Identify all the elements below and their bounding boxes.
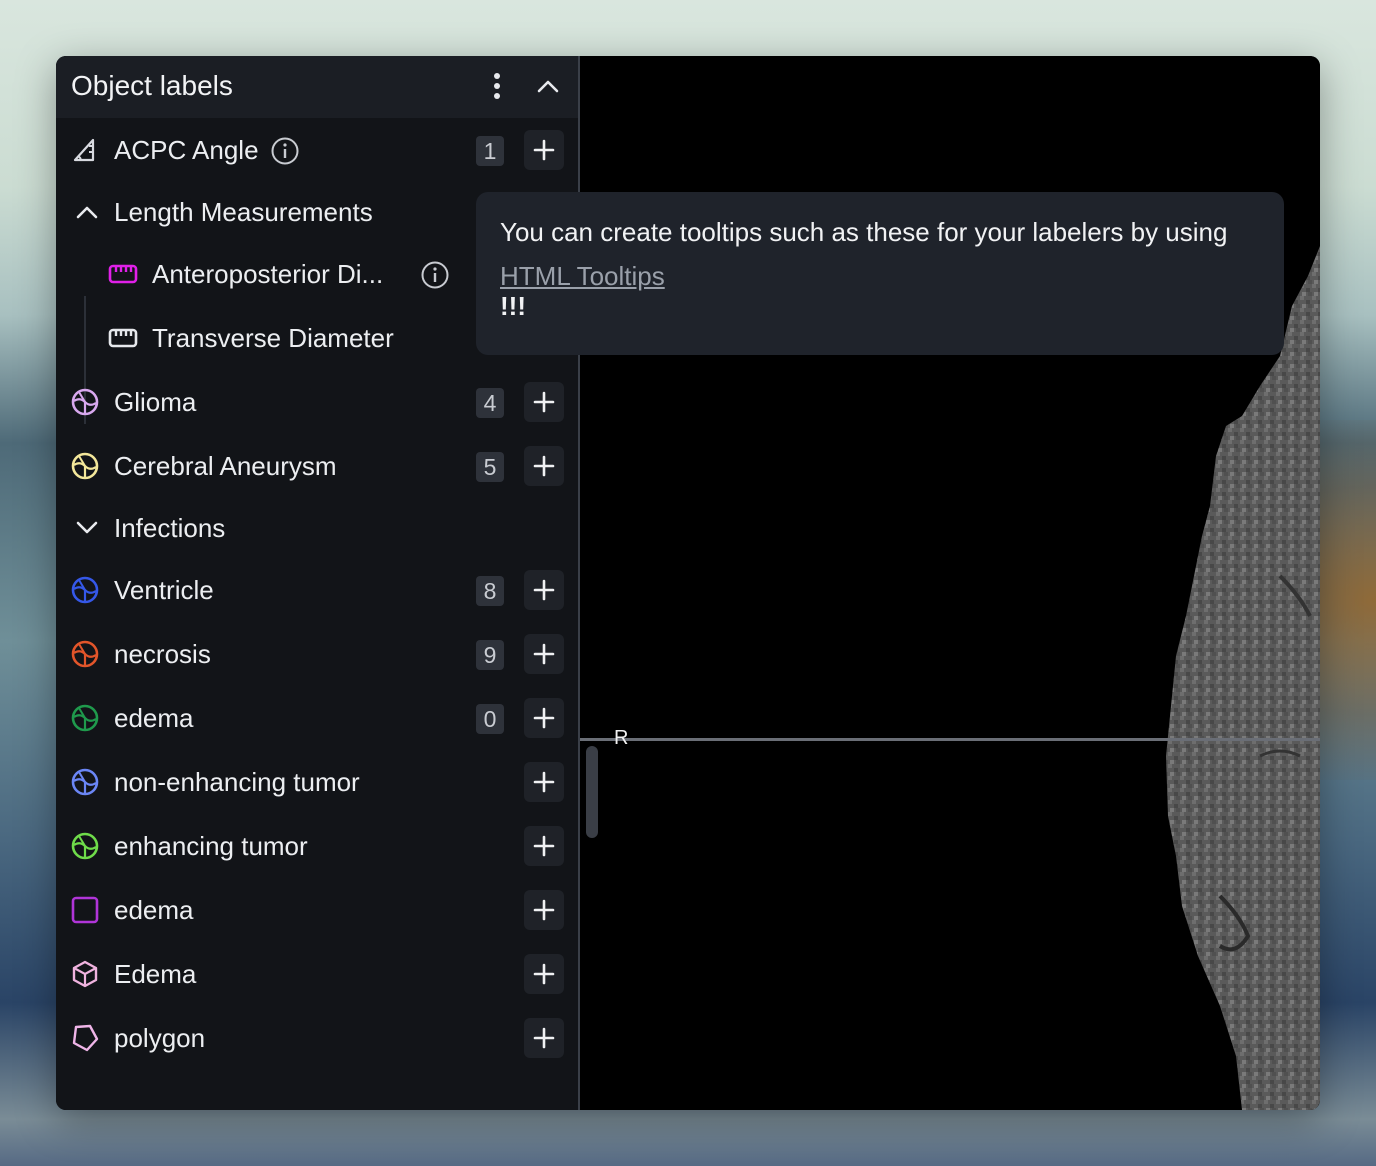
label-row-edema-cuboid[interactable]: Edema — [56, 946, 578, 1002]
label-text: Edema — [114, 959, 197, 989]
add-object-button[interactable] — [524, 570, 564, 610]
label-row-enhancing-tumor[interactable]: enhancing tumor — [56, 818, 578, 874]
label-text: Anteroposterior Di... — [152, 259, 384, 289]
chevron-up-icon — [537, 80, 559, 93]
label-row-polygon[interactable]: polygon — [56, 1010, 578, 1066]
label-row-edema-bbox[interactable]: edema — [56, 882, 578, 938]
chevron-down-icon — [72, 513, 102, 543]
chevron-up-icon — [72, 197, 102, 227]
object-count-badge: 4 — [476, 388, 504, 418]
label-row-acpc-angle[interactable]: ACPC Angle 1 — [56, 122, 578, 178]
add-object-button[interactable] — [524, 446, 564, 486]
label-row-edema[interactable]: edema 0 — [56, 690, 578, 746]
label-row-ventricle[interactable]: Ventricle 8 — [56, 562, 578, 618]
object-count-badge: 1 — [476, 136, 504, 166]
label-row-cerebral-aneurysm[interactable]: Cerebral Aneurysm 5 — [56, 438, 578, 494]
plus-icon — [533, 707, 555, 729]
plus-icon — [533, 643, 555, 665]
app-window: Object labels ACPC Angle 1 Length Measur… — [56, 56, 1320, 1110]
crosshair-line[interactable] — [580, 738, 1320, 741]
slice-scrollbar[interactable] — [586, 746, 598, 838]
plus-icon — [533, 1027, 555, 1049]
object-count-badge: 5 — [476, 452, 504, 482]
label-text: non-enhancing tumor — [114, 767, 360, 797]
label-text: necrosis — [114, 639, 211, 669]
panel-title: Object labels — [71, 70, 233, 101]
collapse-panel-button[interactable] — [532, 70, 564, 102]
brain-icon — [70, 703, 100, 733]
angle-ruler-icon — [70, 135, 100, 165]
info-tooltip: You can create tooltips such as these fo… — [476, 192, 1284, 355]
group-row-infections[interactable]: Infections — [56, 500, 578, 556]
label-text: Transverse Diameter — [152, 323, 394, 353]
label-text: edema — [114, 703, 194, 733]
label-row-glioma[interactable]: Glioma 4 — [56, 374, 578, 430]
brain-icon — [70, 767, 100, 797]
object-count-badge: 9 — [476, 640, 504, 670]
brain-icon — [70, 831, 100, 861]
add-object-button[interactable] — [524, 762, 564, 802]
object-count-badge: 0 — [476, 704, 504, 734]
plus-icon — [533, 579, 555, 601]
plus-icon — [533, 835, 555, 857]
tooltip-text: You can create tooltips such as these fo… — [500, 217, 1228, 247]
group-label: Infections — [114, 513, 226, 543]
add-object-button[interactable] — [524, 634, 564, 674]
panel-header: Object labels — [56, 56, 578, 118]
plus-icon — [533, 391, 555, 413]
add-object-button[interactable] — [524, 890, 564, 930]
brain-icon — [70, 451, 100, 481]
square-icon — [70, 895, 100, 925]
info-icon[interactable] — [420, 260, 450, 290]
plus-icon — [533, 899, 555, 921]
add-object-button[interactable] — [524, 130, 564, 170]
plus-icon — [533, 963, 555, 985]
info-icon[interactable] — [270, 136, 300, 166]
label-text: Ventricle — [114, 575, 214, 605]
add-object-button[interactable] — [524, 698, 564, 738]
ruler-icon — [108, 259, 138, 289]
label-text: Cerebral Aneurysm — [114, 451, 337, 481]
html-tooltips-link[interactable]: HTML Tooltips — [500, 250, 1260, 292]
brain-icon — [70, 575, 100, 605]
plus-icon — [533, 455, 555, 477]
label-text: polygon — [114, 1023, 206, 1053]
label-row-necrosis[interactable]: necrosis 9 — [56, 626, 578, 682]
plus-icon — [533, 139, 555, 161]
object-count-badge: 8 — [476, 576, 504, 606]
kebab-menu-icon — [494, 73, 500, 99]
ruler-icon — [108, 323, 138, 353]
polygon-icon — [70, 1023, 100, 1053]
add-object-button[interactable] — [524, 382, 564, 422]
label-text: enhancing tumor — [114, 831, 308, 861]
group-label: Length Measurements — [114, 197, 373, 227]
add-object-button[interactable] — [524, 1018, 564, 1058]
add-object-button[interactable] — [524, 954, 564, 994]
plus-icon — [533, 771, 555, 793]
brain-icon — [70, 639, 100, 669]
label-text: edema — [114, 895, 194, 925]
add-object-button[interactable] — [524, 826, 564, 866]
label-text: Glioma — [114, 387, 197, 417]
tooltip-suffix: !!! — [500, 291, 526, 321]
more-options-button[interactable] — [481, 70, 513, 102]
label-text: ACPC Angle — [114, 135, 259, 165]
orientation-label: R — [614, 727, 629, 749]
cube-icon — [70, 959, 100, 989]
label-row-non-enhancing-tumor[interactable]: non-enhancing tumor — [56, 754, 578, 810]
brain-icon — [70, 387, 100, 417]
